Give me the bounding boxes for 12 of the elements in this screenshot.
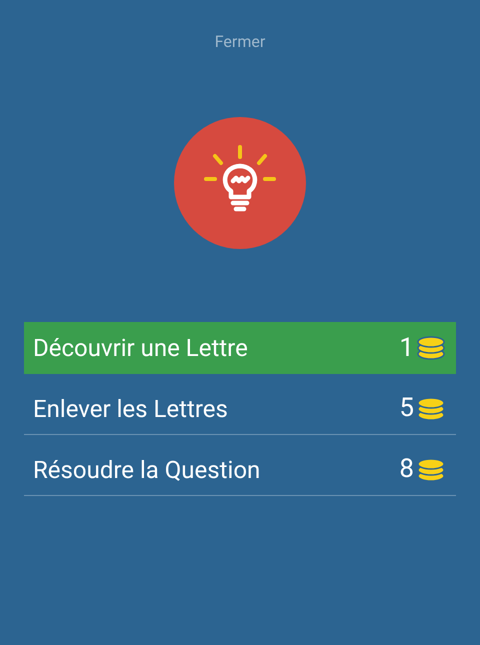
option-label: Résoudre la Question [33, 454, 260, 486]
hint-option[interactable]: Découvrir une Lettre 1 [24, 322, 456, 374]
cost-value: 1 [399, 332, 414, 364]
option-label: Enlever les Lettres [33, 394, 228, 424]
coins-icon [416, 458, 446, 482]
hint-option[interactable]: Enlever les Lettres 5 [24, 383, 456, 435]
coins-icon [416, 396, 446, 420]
cost-value: 5 [399, 392, 414, 425]
option-label: Découvrir une Lettre [33, 333, 248, 364]
cost-value: 8 [399, 453, 414, 486]
hint-option[interactable]: Résoudre la Question 8 [24, 444, 456, 496]
coins-icon [416, 336, 446, 360]
